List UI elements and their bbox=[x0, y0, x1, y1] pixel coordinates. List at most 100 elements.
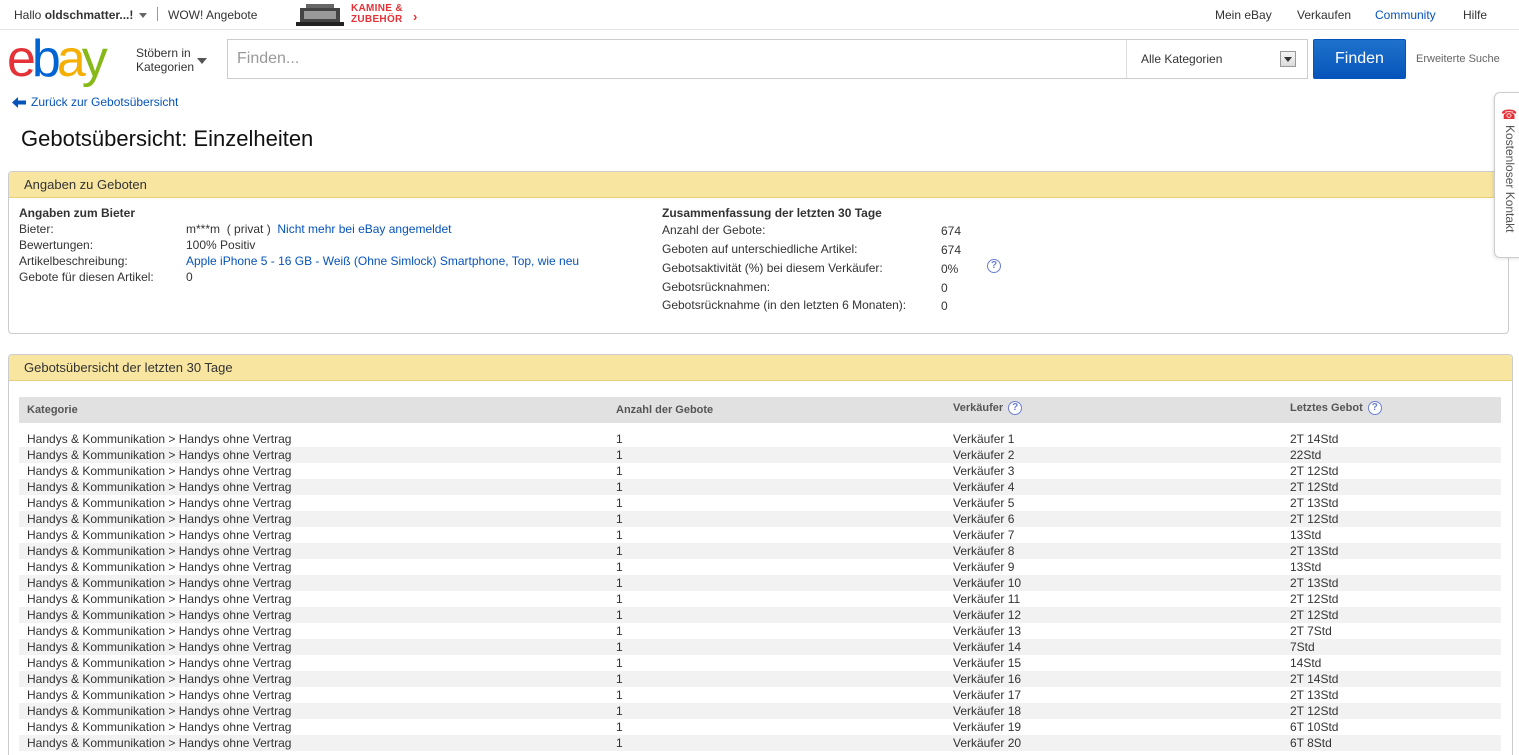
search-input[interactable] bbox=[228, 40, 1126, 78]
cell-last-bid: 2T 13Std bbox=[1290, 576, 1339, 590]
cell-last-bid: 2T 13Std bbox=[1290, 688, 1339, 702]
column-header-category[interactable]: Kategorie bbox=[27, 404, 78, 416]
bids-item-label: Gebote für diesen Artikel: bbox=[19, 270, 154, 284]
community-link[interactable]: Community bbox=[1375, 8, 1436, 22]
cell-bid-count: 1 bbox=[616, 688, 623, 702]
ebay-logo[interactable]: ebay bbox=[7, 33, 127, 85]
table-row: Handys & Kommunikation > Handys ohne Ver… bbox=[19, 687, 1501, 703]
chevron-down-icon[interactable] bbox=[197, 58, 207, 64]
greeting-prefix: Hallo bbox=[14, 8, 45, 22]
cell-last-bid: 14Std bbox=[1290, 656, 1322, 670]
cell-category: Handys & Kommunikation > Handys ohne Ver… bbox=[27, 528, 292, 542]
logo-letter: e bbox=[7, 30, 36, 88]
column-header-last-bid[interactable]: Letztes Gebot ? bbox=[1290, 401, 1382, 415]
cell-category: Handys & Kommunikation > Handys ohne Ver… bbox=[27, 624, 292, 638]
table-row: Handys & Kommunikation > Handys ohne Ver… bbox=[19, 479, 1501, 495]
summary-header: Zusammenfassung der letzten 30 Tage bbox=[662, 206, 882, 220]
cell-bid-count: 1 bbox=[616, 560, 623, 574]
help-link[interactable]: Hilfe bbox=[1463, 8, 1487, 22]
user-greeting[interactable]: Hallo oldschmatter...! bbox=[14, 8, 148, 22]
table-row: Handys & Kommunikation > Handys ohne Ver… bbox=[19, 719, 1501, 735]
chevron-down-icon bbox=[139, 13, 148, 19]
logo-letter: y bbox=[81, 30, 108, 88]
item-description-link[interactable]: Apple iPhone 5 - 16 GB - Weiß (Ohne Siml… bbox=[186, 253, 579, 269]
summary-value: 0 bbox=[941, 299, 948, 313]
free-contact-tab[interactable]: ☎ Kostenloser Kontakt bbox=[1494, 92, 1519, 258]
table-row: Handys & Kommunikation > Handys ohne Ver… bbox=[19, 447, 1501, 463]
my-ebay-link[interactable]: Mein eBay bbox=[1215, 8, 1272, 22]
free-contact-label: Kostenloser Kontakt bbox=[1503, 125, 1517, 233]
page-title: Gebotsübersicht: Einzelheiten bbox=[21, 126, 314, 151]
summary-value: 674 bbox=[941, 243, 962, 257]
table-row: Handys & Kommunikation > Handys ohne Ver… bbox=[19, 495, 1501, 511]
cell-seller: Verkäufer 5 bbox=[953, 496, 1015, 510]
bidder-private: ( privat ) bbox=[226, 222, 271, 236]
cell-category: Handys & Kommunikation > Handys ohne Ver… bbox=[27, 592, 292, 606]
bidder-status-link[interactable]: Nicht mehr bei eBay angemeldet bbox=[277, 222, 451, 236]
table-row: Handys & Kommunikation > Handys ohne Ver… bbox=[19, 591, 1501, 607]
cell-seller: Verkäufer 9 bbox=[953, 560, 1015, 574]
help-icon[interactable]: ? bbox=[1367, 401, 1382, 415]
table-row: Handys & Kommunikation > Handys ohne Ver… bbox=[19, 559, 1501, 575]
cell-bid-count: 1 bbox=[616, 640, 623, 654]
ratings-label: Bewertungen: bbox=[19, 238, 94, 252]
cell-seller: Verkäufer 14 bbox=[953, 640, 1022, 654]
cell-last-bid: 13Std bbox=[1290, 528, 1322, 542]
table-row: Handys & Kommunikation > Handys ohne Ver… bbox=[19, 671, 1501, 687]
sell-link[interactable]: Verkaufen bbox=[1297, 8, 1351, 22]
summary-label: Gebotsrücknahmen: bbox=[662, 280, 771, 294]
username: oldschmatter...! bbox=[44, 8, 134, 22]
column-header-bid-count[interactable]: Anzahl der Gebote bbox=[616, 404, 713, 416]
cell-bid-count: 1 bbox=[616, 432, 623, 446]
cell-category: Handys & Kommunikation > Handys ohne Ver… bbox=[27, 704, 292, 718]
cell-category: Handys & Kommunikation > Handys ohne Ver… bbox=[27, 512, 292, 526]
cell-bid-count: 1 bbox=[616, 496, 623, 510]
column-header-seller[interactable]: Verkäufer ? bbox=[953, 401, 1023, 415]
cell-category: Handys & Kommunikation > Handys ohne Ver… bbox=[27, 560, 292, 574]
cell-seller: Verkäufer 6 bbox=[953, 512, 1015, 526]
dropdown-arrow-icon[interactable] bbox=[1280, 51, 1296, 67]
arrow-left-icon bbox=[12, 97, 26, 109]
category-select[interactable]: Alle Kategorien bbox=[1126, 40, 1307, 78]
promo-banner[interactable]: KAMINE & ZUBEHÖR bbox=[351, 3, 403, 25]
cell-bid-count: 1 bbox=[616, 704, 623, 718]
advanced-search-link[interactable]: Erweiterte Suche bbox=[1416, 53, 1500, 65]
cell-seller: Verkäufer 13 bbox=[953, 624, 1022, 638]
cell-seller: Verkäufer 3 bbox=[953, 464, 1015, 478]
cell-bid-count: 1 bbox=[616, 624, 623, 638]
table-row: Handys & Kommunikation > Handys ohne Ver… bbox=[19, 623, 1501, 639]
cell-category: Handys & Kommunikation > Handys ohne Ver… bbox=[27, 544, 292, 558]
chevron-right-icon[interactable]: › bbox=[413, 9, 417, 24]
table-row: Handys & Kommunikation > Handys ohne Ver… bbox=[19, 511, 1501, 527]
wow-deals-link[interactable]: WOW! Angebote bbox=[168, 8, 257, 22]
cell-seller: Verkäufer 2 bbox=[953, 448, 1015, 462]
bids-item-value: 0 bbox=[186, 270, 193, 284]
help-icon[interactable]: ? bbox=[987, 259, 1001, 273]
cell-last-bid: 2T 13Std bbox=[1290, 544, 1339, 558]
cell-seller: Verkäufer 8 bbox=[953, 544, 1015, 558]
summary-label: Gebotsrücknahme (in den letzten 6 Monate… bbox=[662, 298, 907, 312]
cell-last-bid: 2T 7Std bbox=[1290, 624, 1332, 638]
table-row: Handys & Kommunikation > Handys ohne Ver… bbox=[19, 543, 1501, 559]
browse-line-1: Stöbern in bbox=[136, 46, 191, 60]
browse-categories-button[interactable]: Stöbern in Kategorien bbox=[136, 46, 194, 74]
ratings-value: 100% Positiv bbox=[186, 238, 256, 252]
category-select-value: Alle Kategorien bbox=[1141, 52, 1223, 66]
promo-line-1: KAMINE & bbox=[351, 3, 403, 14]
bidder-info-header: Angaben zum Bieter bbox=[19, 206, 136, 220]
cell-last-bid: 6T 10Std bbox=[1290, 720, 1339, 734]
cell-last-bid: 2T 14Std bbox=[1290, 432, 1339, 446]
cell-seller: Verkäufer 4 bbox=[953, 480, 1015, 494]
summary-value: 0 bbox=[941, 281, 948, 295]
bid-history-table: Handys & Kommunikation > Handys ohne Ver… bbox=[19, 431, 1501, 751]
cell-category: Handys & Kommunikation > Handys ohne Ver… bbox=[27, 464, 292, 478]
fireplace-promo-icon[interactable] bbox=[296, 2, 344, 28]
help-icon[interactable]: ? bbox=[1008, 401, 1023, 415]
cell-last-bid: 22Std bbox=[1290, 448, 1322, 462]
logo-letter: b bbox=[31, 30, 61, 88]
back-to-bid-overview-link[interactable]: Zurück zur Gebotsübersicht bbox=[12, 95, 178, 109]
cell-category: Handys & Kommunikation > Handys ohne Ver… bbox=[27, 608, 292, 622]
find-button[interactable]: Finden bbox=[1313, 39, 1406, 79]
cell-last-bid: 2T 12Std bbox=[1290, 592, 1339, 606]
cell-seller: Verkäufer 12 bbox=[953, 608, 1022, 622]
